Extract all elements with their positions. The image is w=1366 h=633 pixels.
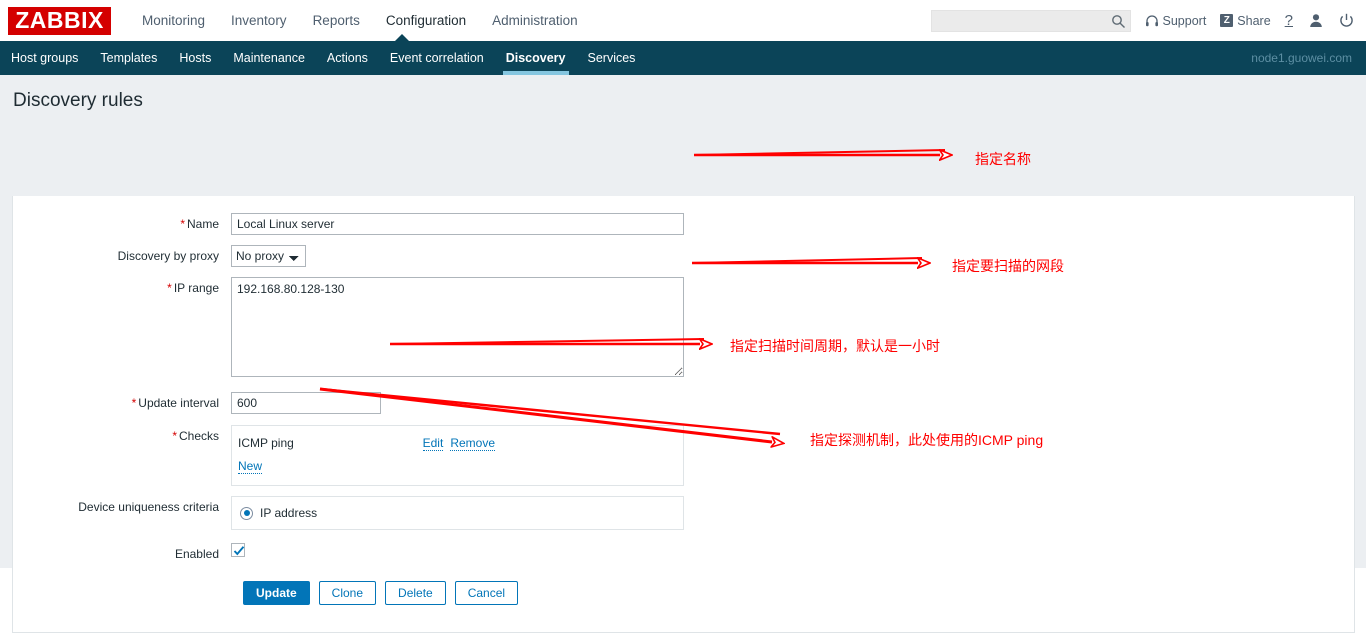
uniqueness-option-label: IP address [260, 506, 318, 520]
help-icon[interactable]: ? [1285, 12, 1293, 29]
discovery-rule-form-card: *Name Discovery by proxy No proxy *IP r [12, 196, 1355, 633]
global-search[interactable] [930, 9, 1131, 32]
subnav-item-event-correlation[interactable]: Event correlation [379, 41, 495, 75]
main-navigation: Monitoring Inventory Reports Configurati… [129, 0, 591, 41]
sub-navigation: Host groups Templates Hosts Maintenance … [0, 34, 1366, 75]
form-row-checks: * Checks ICMP ping Edit Remove New [13, 425, 1354, 486]
check-new-link[interactable]: New [238, 459, 263, 474]
nav-item-administration[interactable]: Administration [479, 0, 591, 41]
update-interval-input[interactable] [231, 392, 381, 414]
support-label: Support [1162, 13, 1207, 28]
page-content: Discovery rules *Name Discovery by proxy… [0, 75, 1366, 633]
form-row-update-interval: * Update interval [13, 392, 1354, 414]
clone-button[interactable]: Clone [318, 581, 377, 605]
checks-list: ICMP ping Edit Remove New [231, 425, 684, 486]
share-label: Share [1237, 13, 1271, 28]
headset-icon [1145, 14, 1158, 26]
subnav-item-services[interactable]: Services [577, 41, 647, 75]
checks-label: * Checks [172, 429, 219, 443]
subnav-item-maintenance[interactable]: Maintenance [222, 41, 316, 75]
subnav-item-hosts[interactable]: Hosts [168, 41, 222, 75]
ip-range-textarea[interactable]: 192.168.80.128-130 [231, 277, 684, 377]
check-edit-link[interactable]: Edit [422, 436, 444, 451]
form-row-ip-range: * IP range 192.168.80.128-130 [13, 277, 1354, 380]
proxy-label: Discovery by proxy [117, 249, 219, 263]
zabbix-logo[interactable]: ZABBIX [8, 6, 111, 35]
search-input[interactable] [931, 10, 1104, 31]
cancel-button[interactable]: Cancel [454, 581, 519, 605]
user-profile-icon[interactable] [1309, 13, 1323, 28]
share-link[interactable]: Z Share [1220, 13, 1271, 28]
check-new-row: New [238, 459, 675, 479]
form-row-proxy: Discovery by proxy No proxy [13, 245, 1354, 267]
checkmark-icon [233, 546, 245, 556]
check-actions: Edit Remove [422, 436, 495, 451]
search-icon[interactable] [1111, 14, 1126, 29]
uniqueness-label: Device uniqueness criteria [78, 500, 219, 514]
subnav-item-discovery[interactable]: Discovery [495, 41, 577, 75]
ip-range-label: * IP range [167, 281, 219, 295]
subnav-item-templates[interactable]: Templates [89, 41, 168, 75]
delete-button[interactable]: Delete [385, 581, 446, 605]
check-row: ICMP ping Edit Remove [238, 432, 675, 454]
update-button[interactable]: Update [243, 581, 310, 605]
subnav-item-actions[interactable]: Actions [316, 41, 379, 75]
required-marker: * [180, 217, 185, 231]
check-remove-link[interactable]: Remove [450, 436, 495, 451]
required-marker: * [131, 396, 137, 410]
required-marker: * [167, 281, 172, 295]
form-row-enabled: Enabled [13, 543, 1354, 565]
enabled-checkbox[interactable] [231, 543, 245, 557]
form-row-uniqueness: Device uniqueness criteria IP address [13, 496, 1354, 530]
nav-item-configuration[interactable]: Configuration [373, 0, 479, 41]
header-right-tools: Support Z Share ? [930, 0, 1358, 41]
form-row-name: * Name [13, 213, 1354, 235]
support-link[interactable]: Support [1145, 13, 1207, 28]
top-header: ZABBIX Monitoring Inventory Reports Conf… [0, 0, 1366, 41]
node-name-label: node1.guowei.com [1251, 51, 1352, 65]
form-action-buttons: Update Clone Delete Cancel [13, 581, 1354, 605]
update-interval-label: * Update interval [131, 396, 219, 410]
uniqueness-radio-ip-address[interactable] [240, 506, 253, 520]
enabled-label: Enabled [174, 547, 219, 561]
check-name: ICMP ping [238, 436, 294, 450]
nav-item-inventory[interactable]: Inventory [218, 0, 300, 41]
proxy-select[interactable]: No proxy [231, 245, 306, 267]
nav-item-monitoring[interactable]: Monitoring [129, 0, 218, 41]
uniqueness-options: IP address [231, 496, 684, 530]
sign-out-icon[interactable] [1339, 13, 1354, 28]
zabbix-share-icon: Z [1220, 14, 1234, 27]
name-label: * Name [180, 217, 219, 231]
discovery-rule-form: *Name Discovery by proxy No proxy *IP r [13, 196, 1354, 605]
name-input[interactable] [231, 213, 684, 235]
required-marker: * [172, 429, 177, 443]
nav-item-reports[interactable]: Reports [300, 0, 373, 41]
page-title: Discovery rules [13, 90, 143, 111]
subnav-item-host-groups[interactable]: Host groups [0, 41, 89, 75]
